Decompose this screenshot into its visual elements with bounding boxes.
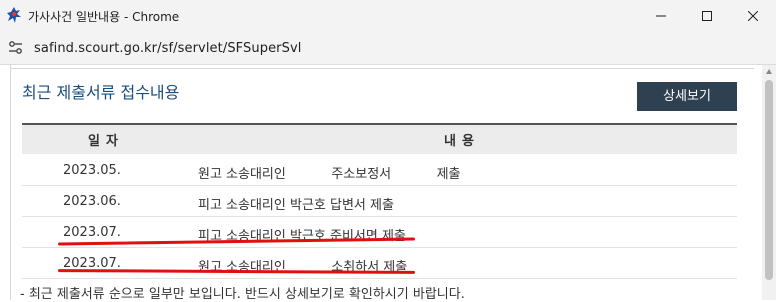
table-row-content: 원고 소송대리인 주소보정서 제출 [198, 167, 461, 182]
table-row-content: 피고 소송대리인 박근호 답변서 제출 [198, 198, 394, 213]
frame-divider [10, 68, 754, 69]
maximize-button[interactable] [684, 0, 730, 32]
site-info-icon[interactable] [7, 39, 25, 57]
footnote-text: - 최근 제출서류 순으로 일부만 보입니다. 반드시 상세보기로 확인하시기 … [20, 287, 465, 302]
minimize-icon [656, 15, 666, 17]
scroll-up-arrow-icon[interactable] [766, 69, 772, 74]
row-divider [22, 278, 737, 279]
detail-view-button[interactable]: 상세보기 [637, 82, 737, 111]
close-icon [748, 11, 758, 21]
window-title: 가사사건 일반내용 - Chrome [28, 10, 180, 24]
row-divider [22, 216, 737, 217]
section-title: 최근 제출서류 접수내용 [22, 83, 180, 102]
table-row-date: 2023.05. [63, 163, 121, 178]
header-content: 내용 [444, 134, 480, 149]
maximize-icon [702, 11, 712, 21]
close-button[interactable] [730, 0, 776, 32]
header-date: 일자 [88, 134, 124, 149]
scrollbar-thumb[interactable] [765, 80, 773, 280]
minimize-button[interactable] [638, 0, 684, 32]
frame-border [10, 65, 11, 300]
url-text[interactable]: safind.scourt.go.kr/sf/servlet/SFSuperSv… [34, 41, 301, 56]
table-row-date: 2023.06. [63, 194, 121, 209]
table-header [22, 123, 737, 154]
court-logo-icon [7, 7, 21, 23]
row-divider [22, 247, 737, 248]
table-row-date: 2023.07. [63, 225, 121, 240]
row-divider [22, 185, 737, 186]
